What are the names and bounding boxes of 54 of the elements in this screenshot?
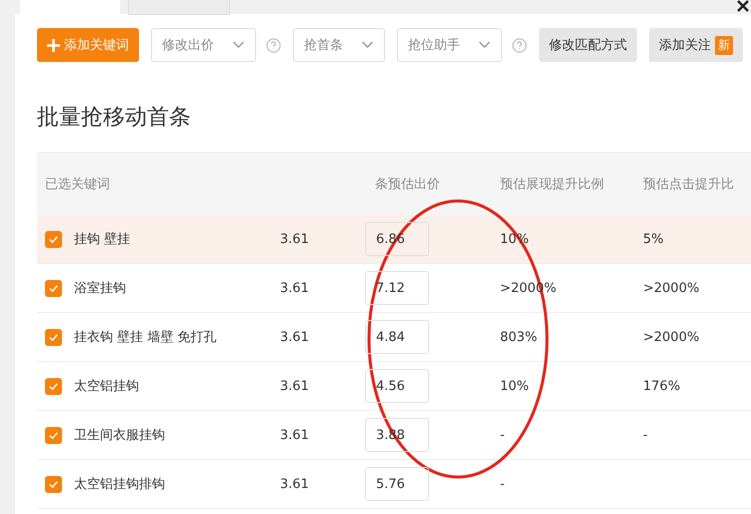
table-cell-text: 3.61 — [279, 280, 310, 296]
chevron-down-icon — [478, 41, 491, 49]
checkmark-icon — [48, 430, 59, 440]
table-cell-text: - — [642, 428, 649, 442]
checkbox[interactable] — [45, 280, 62, 296]
plus-icon — [47, 38, 60, 52]
dropdown[interactable]: 修改出价 — [151, 28, 256, 62]
bid-input[interactable]: 4.84 — [365, 320, 429, 354]
table-cell-text: 3.61 — [279, 378, 310, 394]
checkmark-icon — [48, 332, 59, 342]
dropdown[interactable]: 抢首条 — [293, 28, 385, 62]
help-icon[interactable] — [512, 38, 527, 52]
keyword-text: 浴室挂钩 — [74, 280, 126, 297]
checkbox[interactable] — [45, 476, 62, 492]
table-cell-text: 176% — [642, 378, 682, 394]
toolbar-button[interactable]: 修改匹配方式 — [539, 28, 637, 62]
chevron-down-icon — [232, 41, 245, 49]
table-cell-text: 10% — [499, 378, 530, 394]
keyword-text: 卫生间衣服挂钩 — [74, 427, 165, 444]
checkbox[interactable] — [45, 230, 62, 248]
table-cell-text: 3.61 — [279, 476, 310, 492]
checkbox[interactable] — [45, 426, 62, 444]
keyword-text: 太空铝挂钩排钩 — [74, 476, 165, 493]
bid-input[interactable]: 5.76 — [365, 467, 429, 501]
dialog-title: 批量抢移动首条 — [37, 104, 192, 132]
table-cell-text: 3.61 — [279, 428, 310, 442]
table-cell-text: 803% — [499, 330, 538, 344]
checkbox[interactable] — [45, 328, 62, 346]
column-header: 条预估出价 — [374, 176, 441, 193]
close-icon[interactable] — [737, 0, 749, 12]
keyword-text: 挂钩 壁挂 — [74, 231, 130, 248]
checkbox[interactable] — [45, 378, 62, 394]
checkmark-icon — [48, 282, 59, 294]
table-cell-text: >2000% — [642, 330, 700, 344]
column-header: 预估点击提升比 — [642, 176, 735, 193]
checkmark-icon — [48, 380, 59, 392]
toolbar-button[interactable]: 添加关注 新 — [649, 28, 743, 62]
keyword-text: 挂衣钩 壁挂 墙壁 免打孔 — [74, 329, 216, 346]
help-icon[interactable] — [266, 38, 281, 52]
chevron-down-icon — [361, 41, 374, 49]
table-cell-text: >2000% — [642, 280, 700, 296]
checkmark-icon — [48, 478, 59, 490]
keyword-text: 太空铝挂钩 — [74, 378, 139, 395]
checkmark-icon — [48, 234, 59, 244]
table-cell-text: 5% — [642, 232, 665, 246]
table-cell-text: - — [499, 428, 506, 442]
table-cell-text: 3.61 — [279, 330, 310, 344]
table-cell-text: - — [499, 476, 506, 492]
bid-input[interactable]: 7.12 — [365, 271, 429, 305]
column-header: 预估展现提升比例 — [499, 176, 605, 193]
table-cell-text: 3.61 — [279, 232, 310, 246]
bid-input[interactable]: 4.56 — [365, 369, 429, 403]
dropdown[interactable]: 抢位助手 — [397, 28, 502, 62]
column-header: 已选关键词 — [44, 176, 111, 193]
